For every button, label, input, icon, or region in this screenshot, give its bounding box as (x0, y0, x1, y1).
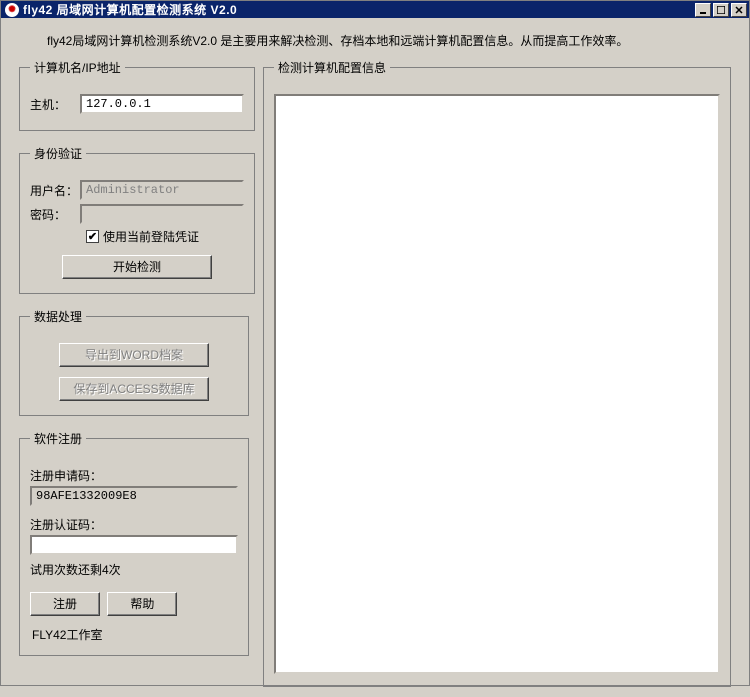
password-input (80, 204, 244, 224)
request-code-field (30, 486, 238, 506)
registration-group: 软件注册 注册申请码： 注册认证码： 试用次数还剩4次 注册 帮助 FLY42工… (19, 430, 249, 656)
trial-remaining-label: 试用次数还剩4次 (30, 561, 238, 578)
data-group: 数据处理 导出到WORD档案 保存到ACCESS数据库 (19, 308, 249, 416)
data-legend: 数据处理 (30, 308, 86, 325)
use-current-credentials-checkbox[interactable]: ✔ (86, 230, 99, 243)
close-button[interactable] (731, 3, 747, 17)
help-button[interactable]: 帮助 (107, 592, 177, 616)
username-label: 用户名： (30, 182, 80, 199)
minimize-button[interactable] (695, 3, 711, 17)
studio-label: FLY42工作室 (32, 626, 238, 643)
export-word-button[interactable]: 导出到WORD档案 (59, 343, 209, 367)
left-column: 计算机名/IP地址 主机： 身份验证 用户名： 密码： (19, 59, 249, 687)
app-icon: ✺ (5, 3, 19, 17)
auth-legend: 身份验证 (30, 145, 86, 162)
app-description: fly42局域网计算机检测系统V2.0 是主要用来解决检测、存档本地和远端计算机… (47, 32, 731, 49)
result-textarea[interactable] (274, 94, 720, 674)
window-controls (695, 3, 747, 17)
host-input[interactable] (80, 94, 244, 114)
password-label: 密码： (30, 206, 80, 223)
host-legend: 计算机名/IP地址 (30, 59, 125, 76)
client-area: fly42局域网计算机检测系统V2.0 是主要用来解决检测、存档本地和远端计算机… (1, 18, 749, 697)
result-legend: 检测计算机配置信息 (274, 59, 390, 76)
use-current-credentials-label: 使用当前登陆凭证 (103, 228, 199, 245)
request-code-label: 注册申请码： (30, 467, 238, 484)
result-group: 检测计算机配置信息 (263, 59, 731, 687)
register-button[interactable]: 注册 (30, 592, 100, 616)
main-columns: 计算机名/IP地址 主机： 身份验证 用户名： 密码： (19, 59, 731, 687)
host-group: 计算机名/IP地址 主机： (19, 59, 255, 131)
title-bar: ✺ fly42 局域网计算机配置检测系统 V2.0 (1, 1, 749, 18)
host-label: 主机： (30, 96, 80, 113)
start-detect-button[interactable]: 开始检测 (62, 255, 212, 279)
username-input (80, 180, 244, 200)
auth-code-input[interactable] (30, 535, 238, 555)
right-column: 检测计算机配置信息 (263, 59, 731, 687)
window-title: fly42 局域网计算机配置检测系统 V2.0 (23, 1, 695, 18)
auth-group: 身份验证 用户名： 密码： ✔ 使用当前登陆凭证 开始检测 (19, 145, 255, 294)
reg-legend: 软件注册 (30, 430, 86, 447)
maximize-button[interactable] (713, 3, 729, 17)
app-window: ✺ fly42 局域网计算机配置检测系统 V2.0 fly42局域网计算机检测系… (0, 0, 750, 686)
auth-code-label: 注册认证码： (30, 516, 238, 533)
save-access-button[interactable]: 保存到ACCESS数据库 (59, 377, 209, 401)
